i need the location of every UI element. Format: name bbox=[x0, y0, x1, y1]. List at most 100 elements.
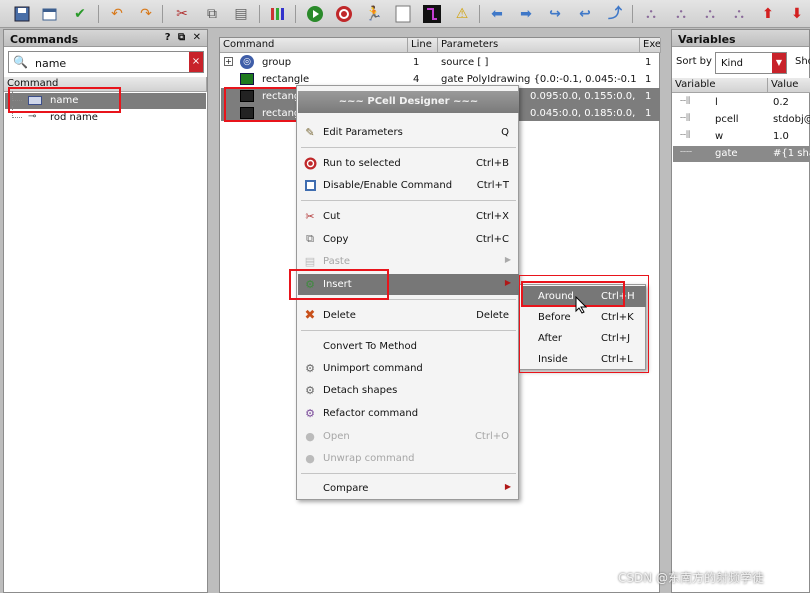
command-column-header[interactable]: Command bbox=[4, 77, 207, 92]
menu-item-cut[interactable]: ✂ Cut Ctrl+X bbox=[298, 206, 519, 227]
list-item-label: rod name bbox=[50, 112, 98, 123]
menu-item-label: Convert To Method bbox=[323, 341, 417, 352]
undo-icon[interactable]: ↶ bbox=[107, 4, 127, 24]
menu-item-copy[interactable]: ⧉ Copy Ctrl+C bbox=[298, 229, 519, 250]
search-box[interactable]: 🔍 name × bbox=[8, 51, 204, 73]
menu-item-open[interactable]: ● Open Ctrl+O bbox=[298, 426, 519, 447]
expand-icon[interactable]: + bbox=[224, 57, 233, 66]
menu-item-convert-to-method[interactable]: Convert To Method bbox=[298, 336, 519, 357]
submenu-item-shortcut: Ctrl+H bbox=[601, 291, 635, 302]
submenu-item-label: Around bbox=[538, 291, 574, 302]
tree-search-icon[interactable]: ⛬ bbox=[671, 4, 691, 24]
column-header-line[interactable]: Line bbox=[408, 38, 438, 53]
check-icon[interactable]: ✔ bbox=[70, 4, 90, 24]
blank-icon[interactable] bbox=[393, 4, 413, 24]
column-header-variable[interactable]: Variable bbox=[672, 78, 768, 93]
curve-left-icon[interactable]: ↪ bbox=[545, 4, 565, 24]
menu-item-paste[interactable]: ▤ Paste ▶ bbox=[298, 251, 519, 272]
menu-item-edit-parameters[interactable]: ✎ Edit Parameters Q bbox=[298, 122, 519, 143]
layout-icon[interactable] bbox=[422, 4, 442, 24]
tree-line bbox=[12, 91, 22, 101]
menu-item-delete[interactable]: ✖ Delete Delete bbox=[298, 305, 519, 326]
tree-icon[interactable]: ⛬ bbox=[641, 4, 661, 24]
menu-item-shortcut: Ctrl+X bbox=[475, 211, 509, 222]
main-toolbar: ✔ ↶ ↷ ✂ ⧉ ▤ 🏃 ⚠ ⬅ ➡ ↪ ↩ ⤴ ⛬ ⛬ ⛬ ⛬ ⬆ ⬇ bbox=[0, 0, 810, 28]
row-params: source [ ] bbox=[441, 57, 489, 68]
chevron-down-icon[interactable]: ▼ bbox=[772, 53, 786, 73]
warning-icon[interactable]: ⚠ bbox=[452, 4, 472, 24]
variable-name: gate bbox=[715, 148, 738, 159]
copy-icon: ⧉ bbox=[306, 232, 314, 245]
menu-item-run-to-selected[interactable]: Run to selected Ctrl+B bbox=[298, 153, 519, 174]
paste-icon[interactable]: ▤ bbox=[231, 4, 251, 24]
panel-title: Commands bbox=[10, 33, 79, 46]
arrow-left-icon[interactable]: ⬅ bbox=[487, 4, 507, 24]
menu-item-label: Refactor command bbox=[323, 408, 419, 419]
submenu-arrow-icon: ▶ bbox=[504, 482, 511, 491]
column-header-value[interactable]: Value bbox=[768, 78, 810, 93]
sort-kind-value: Kind bbox=[721, 58, 744, 69]
column-header-exe[interactable]: Exe bbox=[640, 38, 661, 53]
step-icon[interactable]: 🏃 bbox=[364, 4, 384, 24]
row-line: 4 bbox=[413, 74, 420, 85]
toolbar-separator bbox=[479, 5, 480, 23]
menu-item-refactor-command[interactable]: ⚙ Refactor command bbox=[298, 403, 519, 424]
menu-item-shortcut: Ctrl+O bbox=[474, 431, 509, 442]
menu-item-label: Compare bbox=[323, 483, 369, 494]
window-icon[interactable] bbox=[40, 4, 60, 24]
variable-value: 1.0 bbox=[773, 131, 789, 142]
wrench-icon: ✎ bbox=[305, 125, 315, 139]
clear-search-icon[interactable]: × bbox=[189, 52, 203, 72]
menu-item-disable-enable[interactable]: Disable/Enable Command Ctrl+T bbox=[298, 175, 519, 196]
column-header-command[interactable]: Command bbox=[220, 38, 408, 53]
arrow-down-icon[interactable]: ⬇ bbox=[787, 4, 807, 24]
cut-icon[interactable]: ✂ bbox=[172, 4, 192, 24]
run-icon[interactable] bbox=[305, 4, 325, 24]
variable-value: stdobj@ bbox=[773, 114, 810, 125]
submenu-item-inside[interactable]: Inside Ctrl+L bbox=[521, 349, 646, 370]
variable-value: 0.2 bbox=[773, 97, 789, 108]
search-input[interactable]: name bbox=[35, 57, 66, 70]
panel-window-buttons[interactable]: ? ⧉ ✕ bbox=[165, 32, 203, 43]
variable-icon: ┄┄ bbox=[680, 147, 693, 158]
arrow-up-icon[interactable]: ⬆ bbox=[758, 4, 778, 24]
curve-up-icon[interactable]: ⤴ bbox=[605, 4, 625, 24]
grid-icon[interactable] bbox=[268, 4, 288, 24]
sort-kind-select[interactable]: Kind ▼ bbox=[715, 52, 787, 74]
toolbar-separator bbox=[295, 5, 296, 23]
copy-icon[interactable]: ⧉ bbox=[202, 4, 222, 24]
submenu-item-label: After bbox=[538, 333, 563, 344]
row-params: 0.045:0.0, 0.185:0.0, 0.... bbox=[530, 108, 638, 119]
menu-item-label: Edit Parameters bbox=[323, 127, 403, 138]
menu-item-label: Paste bbox=[323, 256, 350, 267]
save-icon[interactable] bbox=[12, 4, 32, 24]
rectangle-icon bbox=[240, 73, 254, 85]
stop-icon[interactable] bbox=[334, 4, 354, 24]
menu-item-insert[interactable]: ⚙ Insert ▶ bbox=[298, 274, 519, 295]
menu-item-unwrap-command[interactable]: ● Unwrap command bbox=[298, 448, 519, 469]
curve-right-icon[interactable]: ↩ bbox=[575, 4, 595, 24]
menu-item-label: Detach shapes bbox=[323, 385, 398, 396]
arrow-right-icon[interactable]: ➡ bbox=[516, 4, 536, 24]
menu-item-compare[interactable]: Compare ▶ bbox=[298, 478, 519, 499]
command-icon bbox=[28, 96, 42, 105]
show-label: Sho bbox=[795, 56, 810, 67]
gear-icon: ⚙ bbox=[305, 361, 315, 375]
rectangle-icon bbox=[240, 107, 254, 119]
column-header-parameters[interactable]: Parameters bbox=[438, 38, 640, 53]
submenu-item-shortcut: Ctrl+L bbox=[601, 354, 633, 365]
mouse-cursor-icon bbox=[575, 295, 588, 317]
tree-line bbox=[12, 106, 22, 118]
menu-item-shortcut: Delete bbox=[476, 310, 509, 321]
menu-item-detach-shapes[interactable]: ⚙ Detach shapes bbox=[298, 380, 519, 401]
tree-add-icon[interactable]: ⛬ bbox=[729, 4, 749, 24]
row-exe: 1 bbox=[645, 91, 652, 102]
scissors-icon: ✂ bbox=[305, 209, 315, 223]
redo-icon[interactable]: ↷ bbox=[136, 4, 156, 24]
tree-gear-icon[interactable]: ⛬ bbox=[700, 4, 720, 24]
submenu-item-label: Before bbox=[538, 312, 571, 323]
variables-panel-title: Variables bbox=[672, 30, 809, 47]
menu-item-shortcut: Q bbox=[501, 127, 509, 138]
submenu-item-after[interactable]: After Ctrl+J bbox=[521, 328, 646, 349]
menu-item-unimport-command[interactable]: ⚙ Unimport command bbox=[298, 358, 519, 379]
